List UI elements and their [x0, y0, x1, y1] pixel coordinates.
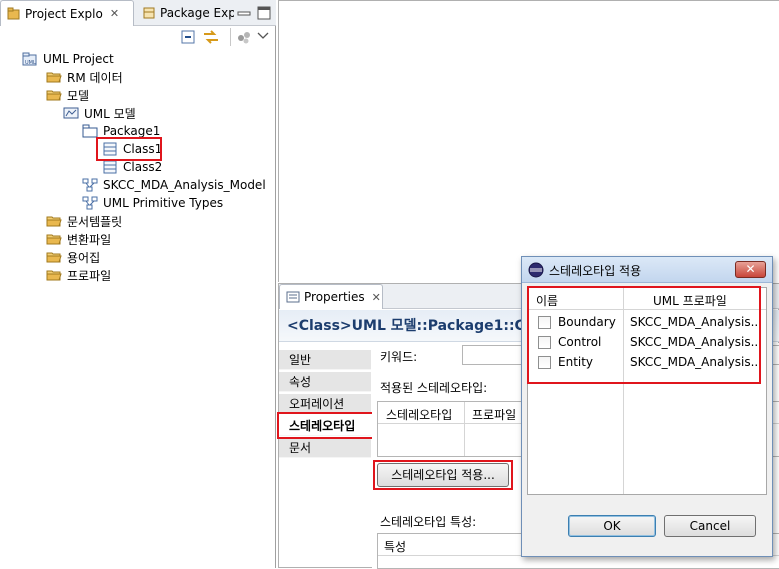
stereotype-list-table[interactable]: 이름 UML 프로파일 Boundary SKCC_MDA_Analysis..… [527, 287, 767, 495]
tree-item-uml-primitive-types[interactable]: UML Primitive Types [82, 194, 223, 212]
apply-stereotype-button[interactable]: 스테레오타입 적용... [377, 463, 509, 487]
maximize-icon[interactable] [256, 5, 272, 21]
dialog-title: 스테레오타입 적용 [549, 264, 642, 278]
profile-icon [82, 196, 98, 210]
tree-item-label: 프로파일 [67, 268, 112, 283]
tree-item-skcc-mda-analysis-model[interactable]: SKCC_MDA_Analysis_Model [82, 176, 266, 194]
tab-document[interactable]: 문서 [279, 438, 371, 458]
class-icon [102, 160, 118, 174]
tree-item-document-templates[interactable]: 문서템플릿 [46, 212, 122, 230]
tree-item-package1[interactable]: Package1 [82, 122, 160, 140]
applied-stereotypes-label: 적용된 스테레오타입: [380, 381, 488, 395]
close-icon[interactable]: ✕ [372, 291, 381, 304]
explorer-tab-bar: Project Explo ✕ Package Expl [0, 0, 276, 26]
row-profile: SKCC_MDA_Analysis... [630, 355, 763, 369]
row-name: Entity [558, 355, 594, 369]
dialog-title-bar: 스테레오타입 적용 ✕ [522, 257, 772, 283]
table-row[interactable]: Boundary SKCC_MDA_Analysis... [528, 312, 766, 332]
package-explorer-icon [142, 6, 156, 20]
folder-icon [46, 88, 62, 102]
close-icon[interactable]: ✕ [735, 261, 766, 278]
tree-item-label: UML Primitive Types [103, 196, 224, 210]
tab-attributes[interactable]: 속성 [279, 372, 371, 392]
eclipse-icon [528, 262, 544, 278]
row-profile: SKCC_MDA_Analysis... [630, 335, 763, 349]
tree-item-label: Class2 [123, 160, 163, 174]
table-header-row [528, 288, 766, 310]
boundary-checkbox[interactable] [538, 316, 551, 329]
properties-icon [286, 290, 300, 304]
tree-item-class2[interactable]: Class2 [102, 158, 162, 176]
tab-operations[interactable]: 오퍼레이션 [279, 394, 371, 414]
tree-item-transform-files[interactable]: 변환파일 [46, 230, 111, 248]
cancel-button[interactable]: Cancel [664, 515, 756, 537]
folder-icon [46, 214, 62, 228]
minimize-icon[interactable] [236, 5, 252, 21]
control-checkbox[interactable] [538, 336, 551, 349]
tree-item-label: Class1 [123, 142, 163, 156]
stereotype-features-label: 스테레오타입 특성: [380, 515, 477, 529]
close-icon[interactable]: ✕ [110, 7, 119, 20]
tree-item-label: Package1 [103, 124, 161, 138]
uml-project-icon: UML [22, 52, 38, 66]
folder-icon [46, 268, 62, 282]
tab-label: Package Expl [160, 6, 234, 20]
package-icon [82, 124, 98, 138]
project-explorer-icon [7, 7, 21, 21]
column-divider [464, 402, 465, 456]
row-profile: SKCC_MDA_Analysis... [630, 315, 763, 329]
tab-label: Properties [304, 290, 365, 304]
table-row[interactable]: Control SKCC_MDA_Analysis... [528, 332, 766, 352]
tree-item-rm-data[interactable]: RM 데이터 [46, 68, 123, 86]
table-row[interactable]: Entity SKCC_MDA_Analysis... [528, 352, 766, 372]
tree-item-label: RM 데이터 [67, 70, 123, 85]
tree-item-model[interactable]: 모델 [46, 86, 89, 104]
collapse-all-icon[interactable] [180, 29, 196, 45]
view-menu-icon[interactable] [256, 29, 270, 43]
tree-item-profiles[interactable]: 프로파일 [46, 266, 111, 284]
project-explorer-view: Project Explo ✕ Package Expl UML UML Pro… [0, 0, 276, 568]
tree-item-label: 용어집 [67, 250, 101, 265]
tree-item-label: SKCC_MDA_Analysis_Model [103, 178, 266, 192]
uml-model-icon [63, 106, 79, 120]
column-header-uml-profile[interactable]: UML 프로파일 [653, 292, 727, 309]
tree-item-label: UML 모델 [84, 106, 136, 121]
class-icon [102, 142, 118, 156]
profile-icon [82, 178, 98, 192]
link-with-editor-icon[interactable] [202, 29, 220, 45]
row-name: Control [558, 335, 602, 349]
tree-item-label: UML Project [43, 52, 114, 66]
column-header-feature[interactable]: 특성 [384, 538, 406, 555]
svg-text:UML: UML [25, 60, 36, 66]
tab-package-explorer[interactable]: Package Expl [136, 0, 234, 26]
entity-checkbox[interactable] [538, 356, 551, 369]
filters-icon[interactable] [236, 29, 252, 45]
tree-item-label: 문서템플릿 [67, 214, 123, 229]
apply-stereotype-dialog: 스테레오타입 적용 ✕ 이름 UML 프로파일 Boundary SKCC_MD… [521, 256, 773, 557]
tree-item-label: 모델 [67, 88, 90, 103]
column-header-name[interactable]: 이름 [536, 292, 558, 309]
tree-item-uml-project[interactable]: UML UML Project [22, 50, 114, 68]
tab-project-explorer[interactable]: Project Explo ✕ [0, 0, 134, 26]
tab-stereotype[interactable]: 스테레오타입 [279, 416, 371, 436]
tab-general[interactable]: 일반 [279, 350, 371, 370]
tab-properties[interactable]: Properties ✕ [279, 284, 383, 309]
tree-item-uml-model[interactable]: UML 모델 [63, 104, 136, 122]
tree-item-glossary[interactable]: 용어집 [46, 248, 100, 266]
column-header-stereotype[interactable]: 스테레오타입 [386, 406, 452, 423]
column-header-profile[interactable]: 프로파일 [472, 406, 516, 423]
toolbar-separator [230, 28, 231, 46]
editor-area [278, 0, 779, 282]
keyword-label: 키워드: [380, 350, 418, 364]
row-name: Boundary [558, 315, 616, 329]
folder-icon [46, 232, 62, 246]
folder-icon [46, 70, 62, 84]
ok-button[interactable]: OK [568, 515, 656, 537]
folder-icon [46, 250, 62, 264]
tab-label: Project Explo [25, 6, 103, 21]
tree-item-class1[interactable]: Class1 [102, 140, 162, 158]
tree-item-label: 변환파일 [67, 232, 112, 247]
